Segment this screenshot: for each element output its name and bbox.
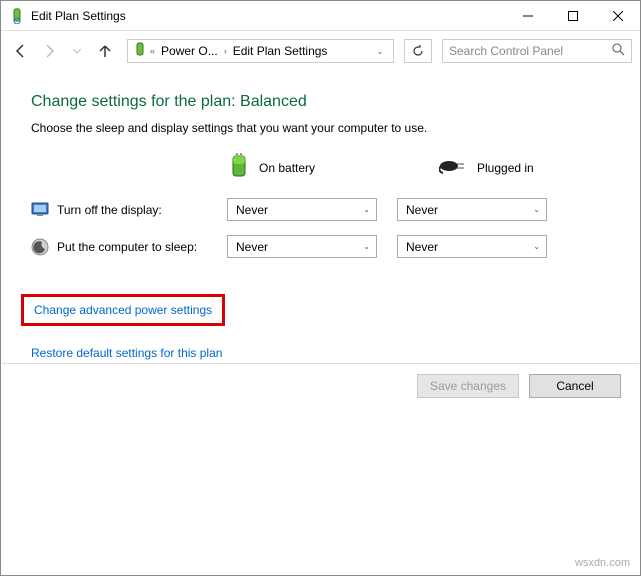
page-subheading: Choose the sleep and display settings th… <box>31 121 610 135</box>
display-row: Turn off the display: Never ⌄ Never ⌄ <box>31 198 610 221</box>
links-section: Change advanced power settings Restore d… <box>31 294 610 360</box>
close-button[interactable] <box>595 1 640 30</box>
footer: Save changes Cancel <box>2 363 639 408</box>
back-button[interactable] <box>9 39 33 63</box>
sleep-battery-select[interactable]: Never ⌄ <box>227 235 377 258</box>
column-headers: On battery Plugged in <box>229 153 610 182</box>
app-icon <box>9 8 25 24</box>
page-heading: Change settings for the plan: Balanced <box>31 93 610 111</box>
restore-defaults-link[interactable]: Restore default settings for this plan <box>31 346 610 360</box>
chevron-down-icon: ⌄ <box>533 242 540 251</box>
chevron-icon: « <box>150 46 155 56</box>
search-icon <box>612 43 625 59</box>
display-icon <box>31 201 49 219</box>
window-controls <box>505 1 640 30</box>
navigation-bar: « Power O... › Edit Plan Settings ⌄ <box>1 31 640 71</box>
display-label: Turn off the display: <box>57 203 227 217</box>
sleep-icon <box>31 238 49 256</box>
plug-icon <box>439 157 467 178</box>
maximize-button[interactable] <box>550 1 595 30</box>
search-input[interactable] <box>449 44 608 58</box>
advanced-settings-link[interactable]: Change advanced power settings <box>34 303 212 317</box>
battery-icon <box>229 153 249 182</box>
cancel-button[interactable]: Cancel <box>529 374 621 398</box>
minimize-button[interactable] <box>505 1 550 30</box>
breadcrumb-root-icon <box>132 42 148 61</box>
chevron-down-icon: ⌄ <box>363 242 370 251</box>
breadcrumb-item[interactable]: Power O... <box>157 44 222 58</box>
sleep-label: Put the computer to sleep: <box>57 240 227 254</box>
display-plugged-select[interactable]: Never ⌄ <box>397 198 547 221</box>
select-value: Never <box>406 203 438 217</box>
content-area: Change settings for the plan: Balanced C… <box>1 71 640 360</box>
display-battery-select[interactable]: Never ⌄ <box>227 198 377 221</box>
breadcrumb[interactable]: « Power O... › Edit Plan Settings ⌄ <box>127 39 394 63</box>
title-bar: Edit Plan Settings <box>1 1 640 31</box>
search-box[interactable] <box>442 39 632 63</box>
chevron-down-icon: ⌄ <box>363 205 370 214</box>
sleep-row: Put the computer to sleep: Never ⌄ Never… <box>31 235 610 258</box>
window-title: Edit Plan Settings <box>31 9 505 23</box>
sleep-plugged-select[interactable]: Never ⌄ <box>397 235 547 258</box>
plugged-in-header: Plugged in <box>439 153 589 182</box>
breadcrumb-item[interactable]: Edit Plan Settings <box>229 44 332 58</box>
chevron-right-icon: › <box>224 46 227 56</box>
recent-dropdown[interactable] <box>65 39 89 63</box>
select-value: Never <box>236 240 268 254</box>
select-value: Never <box>236 203 268 217</box>
on-battery-header: On battery <box>229 153 379 182</box>
breadcrumb-dropdown-icon[interactable]: ⌄ <box>371 47 389 56</box>
refresh-button[interactable] <box>404 39 432 63</box>
watermark: wsxdn.com <box>575 557 630 569</box>
chevron-down-icon: ⌄ <box>533 205 540 214</box>
on-battery-label: On battery <box>259 161 315 175</box>
plugged-in-label: Plugged in <box>477 161 534 175</box>
save-button: Save changes <box>417 374 519 398</box>
select-value: Never <box>406 240 438 254</box>
forward-button[interactable] <box>37 39 61 63</box>
highlight-box: Change advanced power settings <box>21 294 225 326</box>
up-button[interactable] <box>93 39 117 63</box>
